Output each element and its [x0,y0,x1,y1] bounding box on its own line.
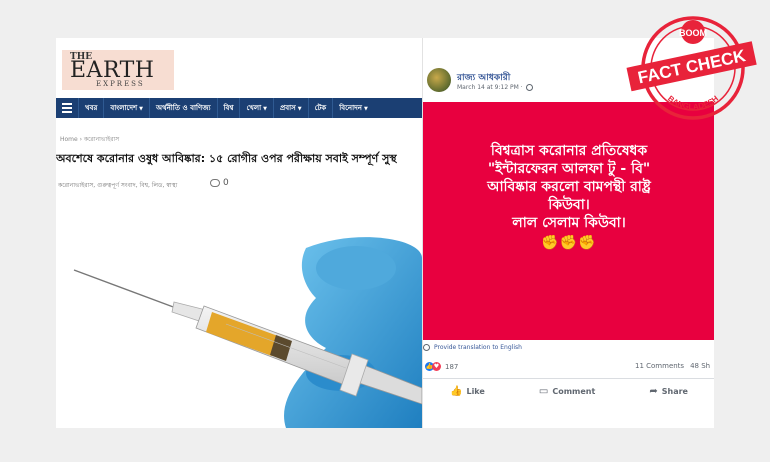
love-reaction-icon: ♥ [432,362,441,371]
comment-count[interactable]: 0 [210,178,229,188]
chevron-down-icon: ▼ [363,106,368,112]
hamburger-menu-icon[interactable] [56,98,78,118]
share-label: Share [661,387,688,396]
news-article-screenshot: THE EARTH EXPRESS খবর বাংলাদেশ ▼ অর্থনীতি… [56,38,422,428]
logo-express-text: EXPRESS [96,80,145,88]
nav-item-tech[interactable]: টেক [307,98,333,118]
nav-item-sports[interactable]: খেলা ▼ [239,98,273,118]
comment-label: Comment [552,387,596,396]
nav-item-world[interactable]: বিশ্ব [216,98,240,118]
translate-link[interactable]: Provide translation to English [423,344,522,351]
globe-icon [525,84,533,91]
nav-item-entertainment[interactable]: বিনোদন ▼ [332,98,374,118]
shares-count[interactable]: 48 Sh [690,362,710,370]
nav-item-probash[interactable]: প্রবাস ▼ [273,98,308,118]
post-line: "ইন্টারফেরন আলফা টু - বি" [487,161,651,177]
article-headline: অবশেষে করোনার ওষুধ আবিষ্কার: ১৫ রোগীর ওপ… [56,152,397,165]
comments-count[interactable]: 11 Comments [635,362,684,370]
thumbs-up-icon: 👍 [450,386,463,397]
post-actions: 👍 Like ▭ Comment ➦ Share [423,386,714,397]
translate-label: Provide translation to English [434,344,522,351]
syringe-photo [56,198,422,428]
site-logo[interactable]: THE EARTH EXPRESS [62,50,174,90]
stamp-country-text: BANGLADESH [666,94,720,112]
site-navbar: খবর বাংলাদেশ ▼ অর্থনীতি ও বাণিজ্য বিশ্ব খ… [56,98,422,118]
share-button[interactable]: ➦ Share [649,386,688,397]
comment-button[interactable]: ▭ Comment [539,386,595,397]
actions-divider [423,378,714,379]
nav-label: প্রবাস [280,104,296,112]
nav-label: বাংলাদেশ [110,104,138,112]
comparison-panel: THE EARTH EXPRESS খবর বাংলাদেশ ▼ অর্থনীতি… [56,38,714,428]
post-red-card: বিশ্বত্রাস করোনার প্রতিষেধক "ইন্টারফেরন … [423,102,714,340]
comment-bubble-icon [210,178,220,187]
raised-fist-icons: ✊✊✊ [541,235,597,251]
comment-count-value: 0 [223,178,229,188]
reaction-count: 187 [445,362,459,371]
post-message: বিশ্বত্রাস করোনার প্রতিষেধক "ইন্টারফেরন … [423,142,714,252]
author-avatar[interactable] [427,68,451,92]
post-author[interactable]: রাজ্য আধকারী [457,70,510,85]
post-time-text: March 14 at 9:12 PM · [457,84,523,91]
nav-label: বিনোদন [339,104,362,112]
comment-icon: ▭ [538,386,549,397]
chevron-down-icon: ▼ [263,106,267,112]
like-button[interactable]: 👍 Like [450,386,485,397]
fact-check-stamp: BOOM FACT CHECK BANGLADESH [626,16,757,120]
nav-item-economy[interactable]: অর্থনীতি ও বাণিজ্য [149,98,217,118]
chevron-down-icon: ▼ [139,106,144,112]
post-timestamp[interactable]: March 14 at 9:12 PM · [457,84,533,91]
like-label: Like [466,387,485,396]
post-line: লাল সেলাম কিউবা। [512,215,626,231]
post-stats: 11 Comments 48 Sh [635,362,714,370]
chevron-down-icon: ▼ [297,106,302,112]
nav-item-bangladesh[interactable]: বাংলাদেশ ▼ [103,98,149,118]
stamp-main-text: FACT CHECK [636,46,748,88]
stamp-boom-text: BOOM [679,28,707,38]
nav-item-news[interactable]: খবর [78,98,103,118]
post-line: বিশ্বত্রাস করোনার প্রতিষেধক [490,143,648,159]
post-line: আবিষ্কার করলো বামপন্থী রাষ্ট্র [487,179,651,195]
breadcrumb[interactable]: Home › করোনাভাইরাস [60,134,119,145]
post-line: কিউবা। [548,197,590,213]
reactions-summary[interactable]: 👍 ♥ 187 [425,362,458,371]
gear-icon [423,344,430,351]
article-categories[interactable]: করোনাভাইরাস, গুরুত্বপূর্ণ সংবাদ, বিশ্ব, … [58,180,177,191]
nav-label: খেলা [246,104,262,112]
share-icon: ➦ [649,386,658,397]
